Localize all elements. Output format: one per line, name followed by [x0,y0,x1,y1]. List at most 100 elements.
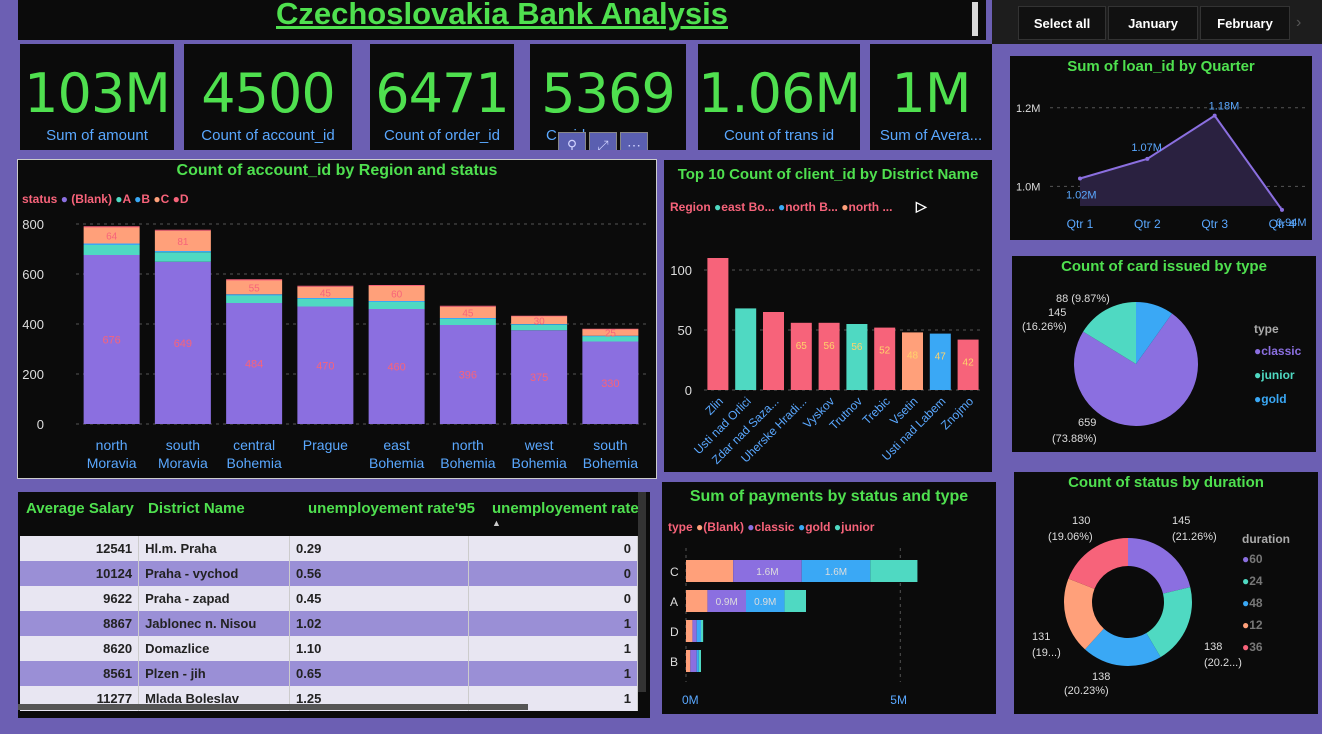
x-tick-label: south [166,437,200,453]
column-header[interactable]: Average Salary [26,500,134,517]
column-header[interactable]: unemployement rate'95 [308,500,475,517]
kpi-value: 5369 [541,62,675,125]
data-label: 649 [174,338,192,350]
x-tick-label: Moravia [158,455,208,471]
chevron-right-icon[interactable]: › [1296,14,1301,32]
table-row[interactable]: 10124 Praha - vychod 0.56 0 [20,561,638,586]
kpi-card-client[interactable]: 5369 C... id ⚲ ⤢ ⋯ [530,44,686,150]
data-label: 470 [316,360,334,372]
focus-mode-icon[interactable]: ⤢ [589,132,617,150]
x-tick-label: Zlin [702,394,726,418]
data-label: (73.88%) [1052,433,1097,445]
column-header[interactable]: unemployement rate [492,500,639,517]
visual-toolbar: ⚲ ⤢ ⋯ [558,132,650,150]
table-cell-district: Plzen - jih [138,661,291,686]
select-all-button[interactable]: Select all [1018,6,1106,40]
data-label: 1.02M [1066,190,1097,202]
table-cell-salary: 8867 [20,611,140,636]
kpi-card-account[interactable]: 4500 Count of account_id [184,44,352,150]
legend-item[interactable]: 60 [1249,552,1262,566]
bar-segment [686,620,693,642]
bar-segment [439,305,496,307]
legend-item[interactable]: gold [1261,392,1286,406]
bar-segment [368,302,425,309]
bar-segment [686,560,734,582]
bar-segment [511,315,568,317]
table-row[interactable]: 8561 Plzen - jih 0.65 1 [20,661,638,686]
sort-ascending-icon[interactable]: ▲ [492,518,501,528]
table-cell-district: Hl.m. Praha [138,536,291,561]
card-type-chart[interactable]: Count of card issued by type 88 (9.87%) 1… [1012,256,1316,452]
x-tick-label: Bohemia [511,455,566,471]
kpi-card-order[interactable]: 6471 Count of order_id [370,44,514,150]
legend-item[interactable]: 24 [1249,574,1262,588]
title-scrollbar[interactable] [972,2,978,36]
legend-item[interactable]: 12 [1249,618,1262,632]
legend-item[interactable]: junior [1261,368,1294,382]
table-row[interactable]: 12541 Hl.m. Praha 0.29 0 [20,536,638,561]
filter-icon[interactable]: ⚲ [558,132,586,150]
table-cell-rate: 1 [468,611,638,636]
title-bar: Czechoslovakia Bank Analysis [18,0,986,40]
kpi-value: 4500 [201,62,335,125]
table-cell-rate95: 1.02 [289,611,470,636]
bar-segment [686,590,708,612]
district-client-chart[interactable]: Top 10 Count of client_id by District Na… [664,160,992,472]
bar [707,258,729,390]
kpi-card-trans[interactable]: 1.06M Count of trans id [698,44,860,150]
region-status-chart[interactable]: Count of account_id by Region and status… [17,159,657,479]
table-cell-salary: 8620 [20,636,140,661]
bar-segment [368,285,425,286]
legend-item[interactable]: classic [1261,344,1301,358]
bar [735,308,757,390]
legend-item[interactable]: 48 [1249,596,1262,610]
kpi-card-amount[interactable]: 103M Sum of amount [20,44,174,150]
table-cell-salary: 10124 [20,561,140,586]
table-cell-salary: 8561 [20,661,140,686]
kpi-value: 1.06M [698,62,860,125]
table-cell-rate95: 0.29 [289,536,470,561]
duration-chart[interactable]: Count of status by duration 130 (19.06%) 1… [1014,472,1318,714]
kpi-card-average[interactable]: 1M Sum of Avera... [870,44,992,150]
table-row[interactable]: 9622 Praha - zapad 0.45 0 [20,586,638,611]
x-tick-label: Bohemia [583,455,638,471]
data-label: 60 [391,290,403,301]
bar-segment [226,294,283,296]
table-row[interactable]: 8867 Jablonec n. Nisou 1.02 1 [20,611,638,636]
data-label: 0.9M [716,597,738,608]
january-button[interactable]: January [1108,6,1198,40]
x-tick-label: Trebic [860,394,893,427]
bar-segment [226,279,283,281]
bar-segment [297,299,354,307]
x-tick-label: Qtr 4 [1269,217,1296,231]
y-tick-label: 200 [22,367,44,382]
bar-segment [784,590,806,612]
bar-segment [701,620,704,642]
x-tick-label: Prague [303,437,348,453]
data-label: 1.07M [1131,142,1162,154]
legend-item[interactable]: 36 [1249,640,1262,654]
kpi-value: 6471 [375,62,509,125]
column-header[interactable]: District Name [148,500,245,517]
more-options-icon[interactable]: ⋯ [620,132,648,150]
data-label: 81 [177,237,189,248]
bar-segment [692,620,697,642]
bar-segment [83,245,140,255]
data-label: 48 [907,350,919,361]
table-row[interactable]: 8620 Domazlice 1.10 1 [20,636,638,661]
february-button[interactable]: February [1200,6,1290,40]
payments-bars: 0M 5M C 1.6M 1.6M A 0.9M 0.9M D B [670,548,918,707]
bar-segment [154,229,211,231]
data-label: 56 [851,342,863,353]
district-table[interactable]: Average Salary District Name unemployeme… [18,492,650,718]
bar-segment [686,650,691,672]
table-cell-rate: 1 [468,661,638,686]
payments-chart[interactable]: Sum of payments by status and type type … [662,482,996,714]
bar [763,312,784,390]
bar-segment [154,252,211,262]
data-label: 659 [1078,417,1096,429]
horizontal-scrollbar[interactable] [18,704,528,710]
table-cell-district: Praha - zapad [138,586,291,611]
vertical-scrollbar[interactable] [638,492,646,692]
loan-quarter-chart[interactable]: Sum of loan_id by Quarter 1.2M 1.0M 1.02M Q… [1010,56,1312,240]
